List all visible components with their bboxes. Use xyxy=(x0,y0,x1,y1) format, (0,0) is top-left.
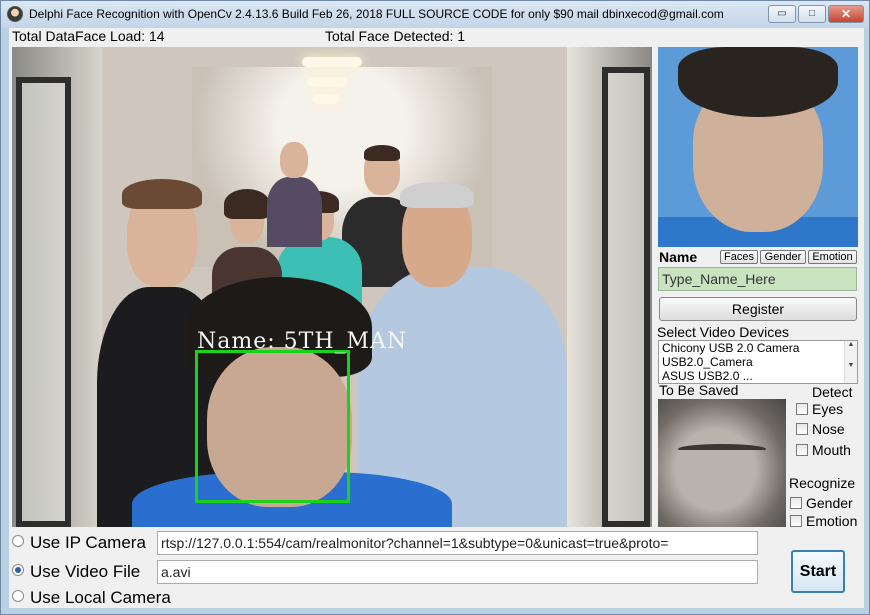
to-be-saved-label: To Be Saved xyxy=(659,382,739,398)
recognize-gender-checkbox[interactable]: Gender xyxy=(790,495,853,511)
app-face-icon xyxy=(7,6,23,22)
checkbox-box[interactable] xyxy=(790,497,802,509)
total-dataface-load: Total DataFace Load: 14 xyxy=(12,28,165,44)
radio-circle[interactable] xyxy=(12,590,24,602)
face-detection-box xyxy=(195,350,350,503)
use-video-file-radio[interactable]: Use Video File xyxy=(12,562,140,582)
checkbox-label: Eyes xyxy=(812,401,844,417)
video-file-input[interactable]: a.avi xyxy=(157,560,758,584)
list-item[interactable]: USB2.0_Camera xyxy=(659,355,857,369)
use-local-camera-radio[interactable]: Use Local Camera xyxy=(12,588,171,608)
checkbox-label: Mouth xyxy=(812,442,851,458)
recognize-label: Recognize xyxy=(789,475,856,491)
video-display: Name: 5TH_MAN xyxy=(12,47,652,527)
checkbox-box[interactable] xyxy=(790,515,802,527)
minimize-button[interactable]: ▭ xyxy=(768,5,796,23)
use-ip-camera-radio[interactable]: Use IP Camera xyxy=(12,533,146,553)
ceiling-light xyxy=(302,57,362,67)
gender-button[interactable]: Gender xyxy=(760,250,806,264)
radio-circle[interactable] xyxy=(12,535,24,547)
recognize-emotion-checkbox[interactable]: Emotion xyxy=(790,513,857,529)
list-scrollbar[interactable]: ▲ ▼ xyxy=(844,341,857,383)
list-item[interactable]: Chicony USB 2.0 Camera xyxy=(659,341,857,355)
detect-label: Detect xyxy=(812,384,853,400)
faces-button[interactable]: Faces xyxy=(720,250,758,264)
detect-eyes-checkbox[interactable]: Eyes xyxy=(796,401,843,417)
total-face-detected: Total Face Detected: 1 xyxy=(325,28,466,44)
ip-camera-url-input[interactable]: rtsp://127.0.0.1:554/cam/realmonitor?cha… xyxy=(157,531,758,555)
detect-mouth-checkbox[interactable]: Mouth xyxy=(796,442,851,458)
name-label: Name xyxy=(659,249,698,265)
client-area: Total DataFace Load: 14 Total Face Detec… xyxy=(9,28,864,608)
detect-nose-checkbox[interactable]: Nose xyxy=(796,421,845,437)
checkbox-box[interactable] xyxy=(796,423,808,435)
title-bar[interactable]: Delphi Face Recognition with OpenCv 2.4.… xyxy=(1,1,869,28)
checkbox-label: Emotion xyxy=(806,513,858,529)
checkbox-label: Nose xyxy=(812,421,845,437)
emotion-button[interactable]: Emotion xyxy=(808,250,857,264)
checkbox-box[interactable] xyxy=(796,403,808,415)
app-window: Delphi Face Recognition with OpenCv 2.4.… xyxy=(0,0,870,615)
select-video-devices-label: Select Video Devices xyxy=(657,324,790,340)
radio-label: Use Local Camera xyxy=(30,588,171,607)
register-button[interactable]: Register xyxy=(659,297,857,321)
right-door xyxy=(602,67,650,527)
ceiling-light xyxy=(307,77,347,87)
list-item[interactable]: ASUS USB2.0 ... xyxy=(659,369,857,383)
ceiling-light xyxy=(312,94,340,104)
radio-circle[interactable] xyxy=(12,564,24,576)
video-devices-list[interactable]: Chicony USB 2.0 Camera USB2.0_Camera ASU… xyxy=(658,340,858,384)
start-button[interactable]: Start xyxy=(791,550,845,593)
left-door xyxy=(16,77,71,527)
radio-label: Use IP Camera xyxy=(30,533,146,552)
face-preview-image xyxy=(658,47,858,247)
window-title: Delphi Face Recognition with OpenCv 2.4.… xyxy=(29,7,724,21)
to-be-saved-image xyxy=(658,399,786,527)
face-name-label: Name: 5TH_MAN xyxy=(197,329,408,354)
maximize-button[interactable]: □ xyxy=(798,5,826,23)
checkbox-box[interactable] xyxy=(796,444,808,456)
name-input[interactable]: Type_Name_Here xyxy=(658,267,857,291)
close-button[interactable]: ✕ xyxy=(828,5,864,23)
radio-label: Use Video File xyxy=(30,562,141,581)
checkbox-label: Gender xyxy=(806,495,853,511)
